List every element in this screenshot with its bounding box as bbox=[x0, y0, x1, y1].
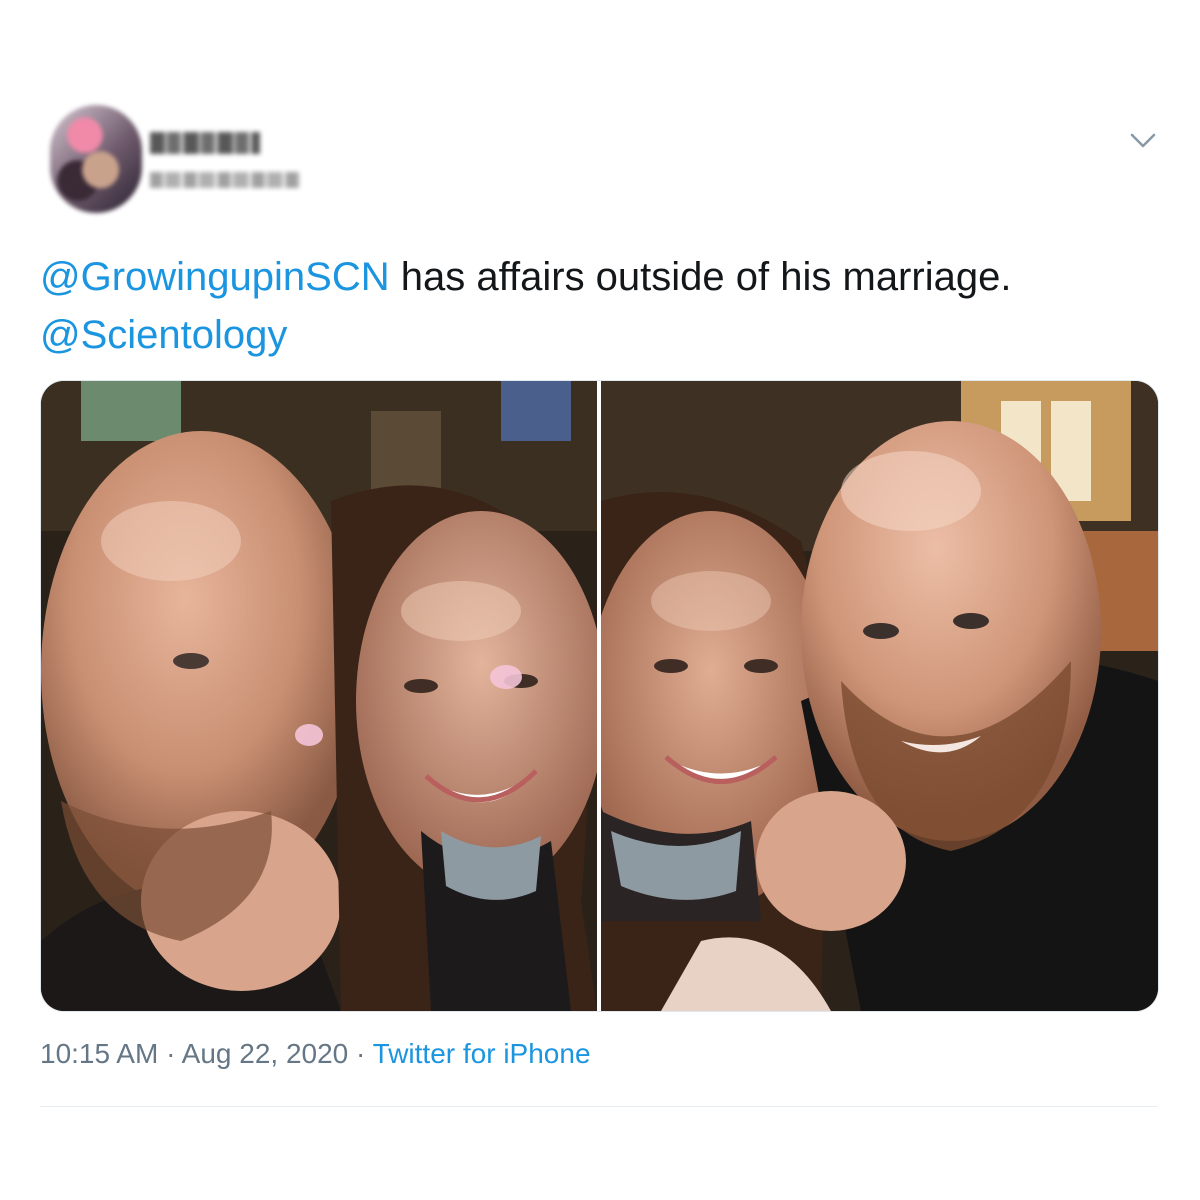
username-blurred[interactable] bbox=[150, 172, 300, 188]
tweet-photo-1[interactable] bbox=[41, 381, 597, 1011]
tweet: @GrowingupinSCN has affairs outside of h… bbox=[0, 0, 1200, 1200]
meta-separator: · bbox=[356, 1038, 366, 1069]
mention-scientology[interactable]: @Scientology bbox=[40, 313, 287, 357]
mention-growingupinscn[interactable]: @GrowingupinSCN bbox=[40, 255, 390, 299]
tweet-photo-2[interactable] bbox=[601, 381, 1158, 1011]
avatar[interactable] bbox=[50, 105, 142, 213]
tweet-date[interactable]: Aug 22, 2020 bbox=[182, 1038, 349, 1069]
tweet-media bbox=[40, 380, 1159, 1012]
tweet-source-link[interactable]: Twitter for iPhone bbox=[373, 1038, 591, 1069]
tweet-text: @GrowingupinSCN has affairs outside of h… bbox=[40, 248, 1160, 364]
chevron-down-icon[interactable] bbox=[1128, 128, 1158, 152]
tweet-meta: 10:15 AM · Aug 22, 2020 · Twitter for iP… bbox=[40, 1038, 591, 1070]
divider bbox=[40, 1106, 1157, 1107]
meta-separator: · bbox=[166, 1038, 176, 1069]
tweet-body: has affairs outside of his marriage. bbox=[389, 255, 1012, 299]
tweet-time[interactable]: 10:15 AM bbox=[40, 1038, 158, 1069]
display-name-blurred[interactable] bbox=[150, 132, 260, 154]
